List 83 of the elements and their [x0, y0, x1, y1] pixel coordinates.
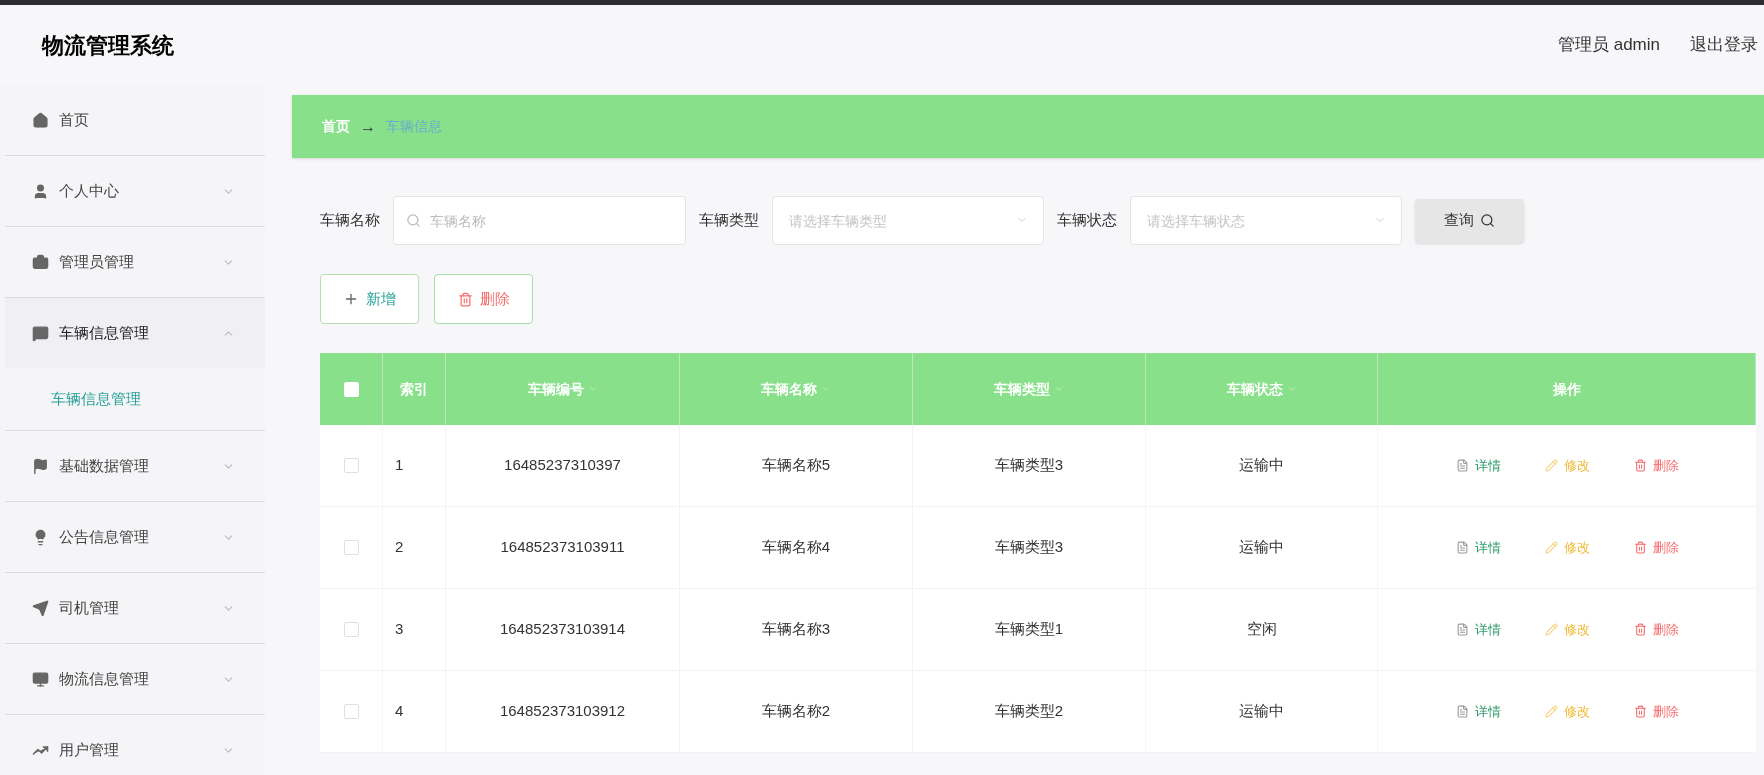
trash-icon	[1633, 541, 1647, 554]
sidebar-item[interactable]: 管理员管理	[5, 227, 265, 297]
delete-button[interactable]: 删除	[434, 274, 533, 324]
pencil-icon	[1544, 459, 1558, 472]
table-cell-text: 车辆类型2	[994, 701, 1064, 722]
detail-link[interactable]: 详情	[1455, 701, 1501, 722]
sidebar-item[interactable]: 司机管理	[5, 573, 265, 643]
document-icon	[1455, 459, 1469, 472]
table-cell-text: 运输中	[1239, 701, 1284, 722]
delete-link[interactable]: 删除	[1633, 619, 1679, 640]
detail-link[interactable]: 详情	[1455, 537, 1501, 558]
table-cell-text: 3	[395, 619, 404, 640]
field-label: 车辆状态	[1057, 210, 1117, 231]
document-icon	[1455, 705, 1469, 718]
table-cell-text: 16485237310397	[504, 455, 621, 476]
table-cell-text: 车辆名称5	[761, 455, 831, 476]
field-label: 车辆类型	[699, 210, 759, 231]
breadcrumb-link[interactable]: 首页	[322, 116, 350, 137]
detail-link[interactable]: 详情	[1455, 455, 1501, 476]
select-field[interactable]: 请选择车辆类型	[772, 196, 1044, 245]
table-cell-text: 车辆名称4	[761, 537, 831, 558]
search-field[interactable]: 车辆名称	[393, 196, 686, 245]
table-cell-text: 164852373103914	[499, 619, 626, 640]
detail-link[interactable]: 详情	[1455, 619, 1501, 640]
sidebar-item[interactable]: 个人中心	[5, 156, 265, 226]
sidebar-item[interactable]: 公告信息管理	[5, 502, 265, 572]
plus-icon	[343, 291, 359, 307]
trash-icon	[1633, 623, 1647, 636]
sidebar-item[interactable]: 基础数据管理	[5, 431, 265, 501]
sidebar-item[interactable]: 首页	[5, 85, 265, 155]
table-cell-text: 车辆类型3	[994, 455, 1064, 476]
table-cell-text: 车辆名称3	[761, 619, 831, 640]
document-icon	[1455, 541, 1469, 554]
user-icon	[32, 182, 49, 200]
table-cell-text: 2	[395, 537, 404, 558]
flag-icon	[32, 457, 49, 475]
checkbox[interactable]	[343, 704, 359, 719]
trash-icon	[1633, 705, 1647, 718]
table-cell-text: 车辆名称2	[761, 701, 831, 722]
breadcrumb-separator: →	[360, 116, 376, 137]
breadcrumb-current: 车辆信息	[386, 117, 442, 136]
search-icon	[406, 213, 421, 228]
trash-icon	[1633, 459, 1647, 472]
app-title: 物流管理系统	[42, 31, 174, 60]
edit-link[interactable]: 修改	[1544, 619, 1590, 640]
pencil-icon	[1544, 541, 1558, 554]
sidebar-item[interactable]: 物流信息管理	[5, 644, 265, 714]
pencil-icon	[1544, 623, 1558, 636]
delete-link[interactable]: 删除	[1633, 455, 1679, 476]
table-cell-text: 1	[395, 455, 404, 476]
trash-icon	[457, 291, 473, 307]
sidebar-item[interactable]: 用户管理	[5, 715, 265, 775]
monitor-icon	[32, 670, 49, 688]
checkbox[interactable]	[343, 540, 359, 555]
table-cell-text: 164852373103911	[500, 537, 625, 558]
table-cell-text: 空闲	[1246, 619, 1277, 640]
home-icon	[32, 111, 49, 129]
field-label: 车辆名称	[320, 210, 380, 231]
table-cell-text: 车辆类型3	[994, 537, 1064, 558]
delete-link[interactable]: 删除	[1633, 537, 1679, 558]
checkbox[interactable]	[343, 622, 359, 637]
logout-link[interactable]: 退出登录	[1690, 32, 1758, 58]
table-cell-text: 运输中	[1239, 455, 1284, 476]
add-button[interactable]: 新增	[320, 274, 419, 324]
table-cell-text: 运输中	[1239, 537, 1284, 558]
document-icon	[1455, 623, 1469, 636]
submenu-item[interactable]: 车辆信息管理	[5, 368, 265, 430]
checkbox[interactable]	[343, 458, 359, 473]
user-label: 管理员 admin	[1557, 34, 1660, 57]
table-cell-text: 164852373103912	[499, 701, 626, 722]
edit-link[interactable]: 修改	[1544, 537, 1590, 558]
paper-plane-icon	[32, 599, 49, 617]
query-button[interactable]: 查询	[1415, 198, 1524, 243]
edit-link[interactable]: 修改	[1544, 701, 1590, 722]
pencil-icon	[1544, 705, 1558, 718]
edit-link[interactable]: 修改	[1544, 455, 1590, 476]
briefcase-icon	[32, 253, 49, 271]
chat-icon	[32, 324, 49, 342]
sidebar-item[interactable]: 车辆信息管理	[5, 298, 265, 368]
delete-link[interactable]: 删除	[1633, 701, 1679, 722]
search-icon	[1480, 213, 1495, 228]
table-cell-text: 车辆类型1	[994, 619, 1064, 640]
table-cell-text: 4	[395, 701, 404, 722]
